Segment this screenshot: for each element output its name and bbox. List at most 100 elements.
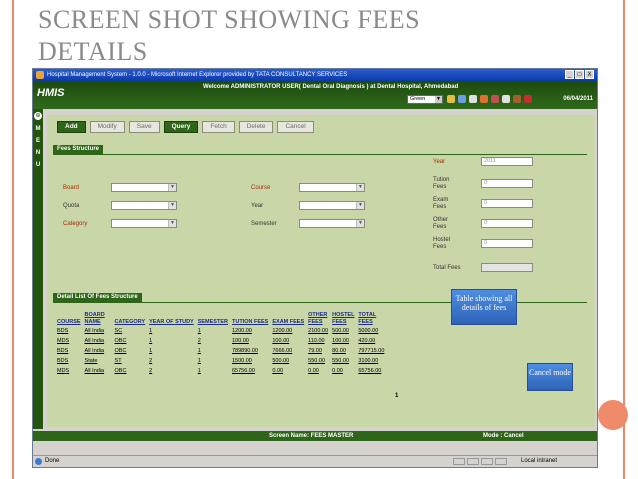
cell-hostel[interactable]: 500.00 [330,326,356,336]
cell-semester[interactable]: 1 [196,366,230,376]
cell-board[interactable]: All India [83,336,113,346]
cell-total[interactable]: 65756.00 [356,366,386,376]
col-board-name[interactable]: BOARD NAME [83,311,113,326]
cell-exam[interactable]: 1200.00 [270,326,306,336]
maximize-button[interactable]: □ [575,70,584,79]
table-row[interactable]: MDS All India OBC 1 2 100.00 100.00 110.… [55,336,386,346]
help-icon[interactable] [469,95,477,103]
cell-hostel[interactable]: 0.00 [330,366,356,376]
cell-semester[interactable]: 2 [196,336,230,346]
cell-year[interactable]: 1 [147,336,196,346]
theme-select[interactable]: Green ▼ [407,95,443,104]
side-menu[interactable]: ⊕ M E N U [33,109,43,429]
cell-tuition[interactable]: 100.00 [230,336,270,346]
cell-year[interactable]: 2 [147,366,196,376]
cell-other[interactable]: 110.00 [306,336,330,346]
person-icon[interactable] [513,95,521,103]
settings-icon[interactable] [491,95,499,103]
cell-course[interactable]: BDS [55,346,83,356]
fee-year-field[interactable]: 2011 [481,157,533,166]
cell-total[interactable]: 797715.00 [356,346,386,356]
cell-course[interactable]: BDS [55,356,83,366]
key-icon[interactable] [447,95,455,103]
cell-hostel[interactable]: 550.00 [330,356,356,366]
col-tuition-fees[interactable]: TUTION FEES [230,311,270,326]
logout-icon[interactable] [524,95,532,103]
add-button[interactable]: Add [57,121,86,133]
fetch-button[interactable]: Fetch [202,121,235,133]
query-button[interactable]: Query [163,121,199,133]
year-select[interactable]: ▼ [299,201,365,210]
cell-course[interactable]: MDS [55,366,83,376]
cell-exam[interactable]: 100.00 [270,336,306,346]
save-button[interactable]: Save [128,121,160,133]
exam-fees-label: Exam Fees [433,197,449,210]
col-exam-fees[interactable]: EXAM FEES [270,311,306,326]
cell-hostel[interactable]: 100.00 [330,336,356,346]
col-total-fees[interactable]: TOTAL FEES [356,311,386,326]
users-icon[interactable] [458,95,466,103]
cell-other[interactable]: 79.00 [306,346,330,356]
table-row[interactable]: BDS All India SC 1 1 1200.00 1200.00 210… [55,326,386,336]
cell-category[interactable]: ST [113,356,148,366]
cell-year[interactable]: 1 [147,346,196,356]
menu-toggle-icon[interactable]: ⊕ [34,112,42,120]
col-semester[interactable]: SEMESTER [196,311,230,326]
cell-exam[interactable]: 500.00 [270,356,306,366]
hostel-fees-field[interactable]: 0 [481,239,533,248]
close-button[interactable]: X [585,70,594,79]
quota-select[interactable]: ▼ [111,201,177,210]
cell-total[interactable]: 3100.00 [356,356,386,366]
cell-category[interactable]: SC [113,326,148,336]
table-row[interactable]: BDS All India OBC 1 1 789890.00 7666.00 … [55,346,386,356]
minimize-button[interactable]: _ [565,70,574,79]
delete-button[interactable]: Delete [238,121,274,133]
cell-board[interactable]: State [83,356,113,366]
category-select[interactable]: ▼ [111,219,177,228]
cell-exam[interactable]: 7666.00 [270,346,306,356]
semester-select[interactable]: ▼ [299,219,365,228]
col-hostel-fees[interactable]: HOSTEL FEES [330,311,356,326]
col-other-fees[interactable]: OTHER FEES [306,311,330,326]
cell-semester[interactable]: 1 [196,346,230,356]
course-select[interactable]: ▼ [299,183,365,192]
table-row[interactable]: MDS All India OBC 2 1 65756.00 0.00 0.00… [55,366,386,376]
cell-board[interactable]: All India [83,326,113,336]
cancel-button[interactable]: Cancel [277,121,314,133]
cell-total[interactable]: 5000.00 [356,326,386,336]
cell-tuition[interactable]: 1500.00 [230,356,270,366]
cell-total[interactable]: 420.00 [356,336,386,346]
cell-tuition[interactable]: 789890.00 [230,346,270,356]
col-category[interactable]: CATEGORY [113,311,148,326]
cell-tuition[interactable]: 1200.00 [230,326,270,336]
cell-semester[interactable]: 1 [196,356,230,366]
col-course[interactable]: COURSE [55,311,83,326]
cell-exam[interactable]: 0.00 [270,366,306,376]
cell-course[interactable]: BDS [55,326,83,336]
cell-semester[interactable]: 1 [196,326,230,336]
cell-year[interactable]: 1 [147,326,196,336]
tuition-fees-field[interactable]: 0 [481,179,533,188]
modify-button[interactable]: Modify [89,121,125,133]
cell-other[interactable]: 550.00 [306,356,330,366]
info-icon[interactable] [502,95,510,103]
cell-hostel[interactable]: 80.00 [330,346,356,356]
clock-icon[interactable] [480,95,488,103]
cell-year[interactable]: 2 [147,356,196,366]
cell-category[interactable]: OBC [113,346,148,356]
cell-category[interactable]: OBC [113,366,148,376]
cell-board[interactable]: All India [83,346,113,356]
cell-course[interactable]: MDS [55,336,83,346]
other-fees-field[interactable]: 0 [481,219,533,228]
app-status-bar: Screen Name: FEES MASTER Mode : Cancel [33,431,597,441]
cell-category[interactable]: OBC [113,336,148,346]
cell-other[interactable]: 2100.00 [306,326,330,336]
board-select[interactable]: ▼ [111,183,177,192]
col-year-of-study[interactable]: YEAR OF STUDY [147,311,196,326]
page-number[interactable]: 1 [395,393,398,399]
cell-board[interactable]: All India [83,366,113,376]
cell-other[interactable]: 0.00 [306,366,330,376]
cell-tuition[interactable]: 65756.00 [230,366,270,376]
exam-fees-field[interactable]: 0 [481,199,533,208]
table-row[interactable]: BDS State ST 2 1 1500.00 500.00 550.00 5… [55,356,386,366]
